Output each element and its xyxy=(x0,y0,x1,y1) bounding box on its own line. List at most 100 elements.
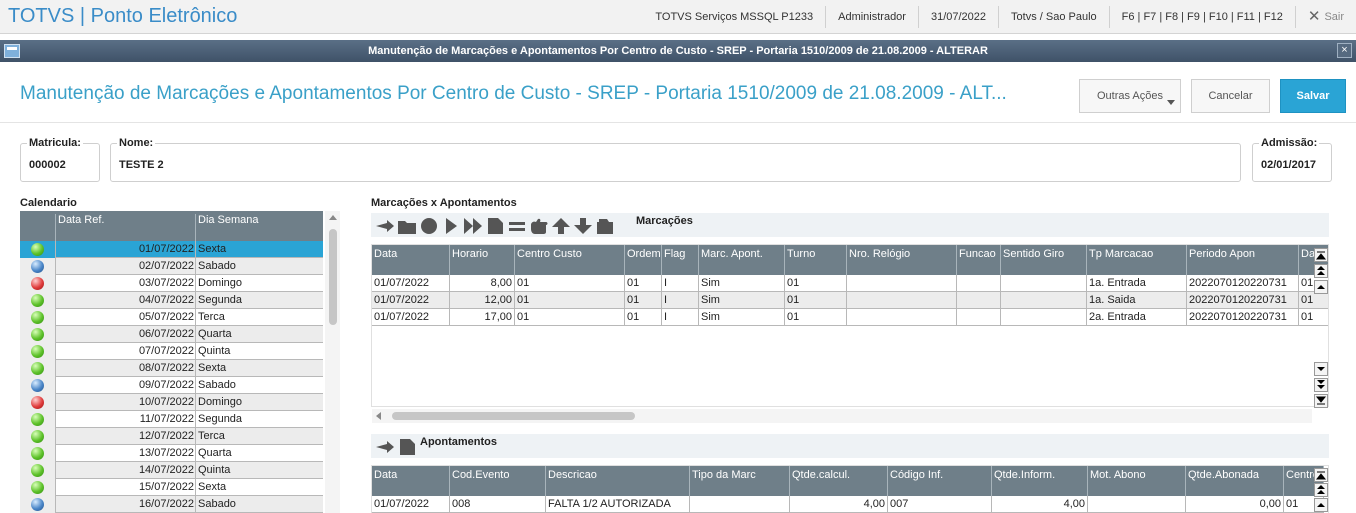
calendar-row[interactable]: 03/07/2022 Domingo xyxy=(20,275,323,292)
marcacoes-column-header[interactable]: Turno xyxy=(785,245,847,275)
apontamentos-column-header[interactable]: Descricao xyxy=(546,466,690,496)
marcacoes-cell[interactable] xyxy=(1001,292,1087,309)
calendar-row[interactable]: 09/07/2022 Sabado xyxy=(20,377,323,394)
window-close-button[interactable]: × xyxy=(1337,43,1352,58)
apontamentos-column-header[interactable]: Qtde.Abonada xyxy=(1186,466,1284,496)
document-icon[interactable] xyxy=(485,217,505,235)
marcacoes-cell[interactable] xyxy=(847,275,957,292)
apont-page-up-button[interactable] xyxy=(1314,483,1328,497)
apont-up-button[interactable] xyxy=(1314,498,1328,512)
page-down-button[interactable] xyxy=(1314,378,1328,392)
calendar-row[interactable]: 12/07/2022 Terca xyxy=(20,428,323,445)
apontamentos-cell[interactable]: 0,00 xyxy=(1186,496,1284,513)
apontamentos-column-header[interactable]: Cod.Evento xyxy=(450,466,546,496)
other-actions-button[interactable]: Outras Ações xyxy=(1079,79,1181,113)
apontamentos-column-header[interactable]: Qtde.Inform. xyxy=(992,466,1088,496)
calendar-row[interactable]: 01/07/2022 Sexta xyxy=(20,241,323,258)
go-to-icon[interactable] xyxy=(375,217,395,235)
apontamentos-column-header[interactable]: Código Inf. xyxy=(888,466,992,496)
marcacoes-cell[interactable]: 1a. Entrada xyxy=(1087,275,1187,292)
apontamentos-column-header[interactable]: Mot. Abono xyxy=(1088,466,1186,496)
marcacoes-cell[interactable] xyxy=(957,275,1001,292)
exit-button[interactable]: ✕ Sair xyxy=(1294,6,1356,28)
marcacoes-cell[interactable] xyxy=(1001,275,1087,292)
marcacoes-cell[interactable]: 01/07/2022 xyxy=(372,275,450,292)
apontamentos-column-header[interactable]: Data xyxy=(372,466,450,496)
apontamentos-column-header[interactable]: Tipo da Marc xyxy=(690,466,790,496)
arrow-up-icon[interactable] xyxy=(551,217,571,235)
folder-icon[interactable] xyxy=(397,217,417,235)
calendar-row[interactable]: 10/07/2022 Domingo xyxy=(20,394,323,411)
apontamentos-cell[interactable]: 4,00 xyxy=(790,496,888,513)
marcacoes-cell[interactable]: Sim xyxy=(699,275,785,292)
marcacoes-cell[interactable] xyxy=(847,309,957,326)
marcacoes-cell[interactable]: 8,00 xyxy=(450,275,515,292)
marcacoes-cell[interactable]: Sim xyxy=(699,309,785,326)
marcacoes-cell[interactable]: 01 xyxy=(515,292,625,309)
calendar-header-date[interactable]: Data Ref. xyxy=(56,214,196,241)
calendar-row[interactable]: 02/07/2022 Sabado xyxy=(20,258,323,275)
marcacoes-cell[interactable]: 2022070120220731 xyxy=(1187,309,1299,326)
cancel-button[interactable]: Cancelar xyxy=(1191,79,1270,113)
fast-forward-icon[interactable] xyxy=(463,217,483,235)
first-record-button[interactable] xyxy=(1314,248,1328,262)
apontamentos-cell[interactable]: 01/07/2022 xyxy=(372,496,450,513)
scroll-up-icon[interactable] xyxy=(329,215,337,220)
marcacoes-column-header[interactable]: Horario xyxy=(450,245,515,275)
marcacoes-cell[interactable]: 2a. Entrada xyxy=(1087,309,1187,326)
server-info[interactable]: TOTVS Serviços MSSQL P1233 xyxy=(643,6,825,28)
calendar-row[interactable]: 04/07/2022 Segunda xyxy=(20,292,323,309)
calendar-status-column[interactable] xyxy=(20,214,56,241)
marcacoes-row[interactable]: 01/07/2022 17,00 01 01 I Sim 01 2a. Entrada 2022… xyxy=(372,309,1328,326)
page-up-button[interactable] xyxy=(1314,264,1328,278)
function-keys[interactable]: F6 | F7 | F8 | F9 | F10 | F11 | F12 xyxy=(1108,6,1295,28)
marcacoes-column-header[interactable]: Nro. Relógio xyxy=(847,245,957,275)
calendar-row[interactable]: 14/07/2022 Quinta xyxy=(20,462,323,479)
apont-first-button[interactable] xyxy=(1314,468,1328,482)
marcacoes-hscrollbar[interactable] xyxy=(372,409,1312,423)
marcacoes-column-header[interactable]: Sentido Giro xyxy=(1001,245,1087,275)
marcacoes-cell[interactable]: 01 xyxy=(785,309,847,326)
marcacoes-column-header[interactable]: Centro Custo xyxy=(515,245,625,275)
marcacoes-cell[interactable]: 01 xyxy=(1299,292,1328,309)
calendar-scrollbar[interactable] xyxy=(325,211,340,513)
marcacoes-hscroll-thumb[interactable] xyxy=(392,412,635,420)
marcacoes-cell[interactable]: 1a. Saida xyxy=(1087,292,1187,309)
marcacoes-column-header[interactable]: Data xyxy=(372,245,450,275)
save-button[interactable]: Salvar xyxy=(1280,79,1346,113)
marcacoes-cell[interactable]: 2022070120220731 xyxy=(1187,275,1299,292)
calendar-row[interactable]: 11/07/2022 Segunda xyxy=(20,411,323,428)
marcacoes-cell[interactable]: 01 xyxy=(515,309,625,326)
marcacoes-column-header[interactable]: Marc. Apont. xyxy=(699,245,785,275)
marcacoes-cell[interactable] xyxy=(847,292,957,309)
marcacoes-column-header[interactable]: Ordem xyxy=(625,245,662,275)
apontamentos-cell[interactable]: 4,00 xyxy=(992,496,1088,513)
apontamentos-cell[interactable] xyxy=(690,496,790,513)
system-date[interactable]: 31/07/2022 xyxy=(917,6,998,28)
marcacoes-cell[interactable]: Sim xyxy=(699,292,785,309)
apontamentos-cell[interactable]: 008 xyxy=(450,496,546,513)
marcacoes-row[interactable]: 01/07/2022 8,00 01 01 I Sim 01 1a. Entrada 20220… xyxy=(372,275,1328,292)
marcacoes-cell[interactable]: I xyxy=(662,309,699,326)
location-info[interactable]: Totvs / Sao Paulo xyxy=(998,6,1109,28)
calendar-row[interactable]: 13/07/2022 Quarta xyxy=(20,445,323,462)
marcacoes-cell[interactable]: 01 xyxy=(625,292,662,309)
marcacoes-cell[interactable]: 2022070120220731 xyxy=(1187,292,1299,309)
arrow-down-icon[interactable] xyxy=(573,217,593,235)
document-icon[interactable] xyxy=(397,438,417,456)
marcacoes-cell[interactable]: 01 xyxy=(785,275,847,292)
apontamentos-row[interactable]: 01/07/2022 008 FALTA 1/2 AUTORIZADA 4,00 007… xyxy=(372,496,1324,513)
marcacoes-cell[interactable]: 01/07/2022 xyxy=(372,292,450,309)
print-icon[interactable] xyxy=(595,217,615,235)
marcacoes-column-header[interactable]: Flag xyxy=(662,245,699,275)
marcacoes-cell[interactable]: 01/07/2022 xyxy=(372,309,450,326)
apontamentos-cell[interactable]: FALTA 1/2 AUTORIZADA xyxy=(546,496,690,513)
marcacoes-cell[interactable]: I xyxy=(662,292,699,309)
calendar-row[interactable]: 15/07/2022 Sexta xyxy=(20,479,323,496)
last-record-button[interactable] xyxy=(1314,394,1328,408)
record-down-button[interactable] xyxy=(1314,362,1328,376)
user-info[interactable]: Administrador xyxy=(825,6,918,28)
calendar-row[interactable]: 08/07/2022 Sexta xyxy=(20,360,323,377)
marcacoes-cell[interactable]: 12,00 xyxy=(450,292,515,309)
marcacoes-cell[interactable]: 01 xyxy=(625,309,662,326)
